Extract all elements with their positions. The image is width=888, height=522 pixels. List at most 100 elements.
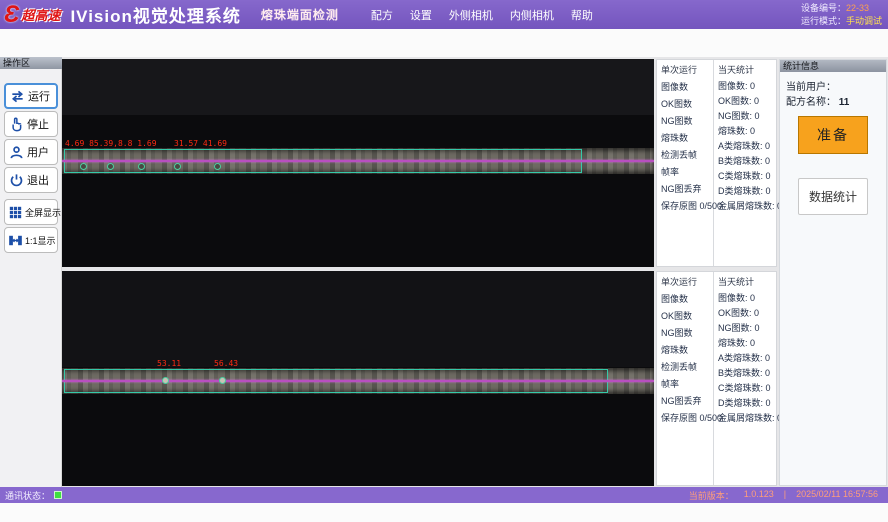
measurement-annotation: 31.57 41.69 — [174, 139, 227, 148]
stat-row: 熔珠数 — [661, 130, 713, 147]
stop-button[interactable]: 停止 — [4, 111, 58, 137]
stat-row: OK图数 — [661, 96, 713, 113]
stat-row: OK图数 — [661, 308, 713, 325]
app-title: IVision视觉处理系统 — [70, 2, 240, 27]
recipe-row: 配方名称： 11 — [786, 93, 849, 108]
stat-row: 图像数 — [661, 79, 713, 96]
laser-line-overlay — [62, 380, 654, 382]
camera-background-shade — [62, 59, 654, 115]
single-run-header: 单次运行 — [661, 275, 713, 288]
camera-view-inner: 53.11 56.43 — [62, 271, 654, 486]
recipe-label: 配方名称： — [786, 97, 836, 108]
bead-marker — [107, 163, 114, 170]
info-panel-header: 统计信息 — [780, 60, 886, 72]
device-id-label: 设备编号： — [801, 3, 846, 13]
today-stats-header: 当天统计 — [718, 63, 776, 76]
today-stats-header: 当天统计 — [718, 275, 776, 288]
menu-item-settings[interactable]: 设置 — [410, 7, 432, 23]
single-run-column: 单次运行 图像数 OK图数 NG图数 熔珠数 检测丢帧 帧率 NG图丢弃 保存原… — [657, 60, 714, 266]
bead-marker — [80, 163, 87, 170]
menu-item-help[interactable]: 帮助 — [571, 7, 593, 23]
operation-sidebar: 操作区 运行 停止 用户 退出 全屏显示 1:1显示 — [0, 57, 62, 487]
comm-status-label: 通讯状态： — [5, 489, 50, 502]
comm-status-indicator — [54, 491, 62, 499]
run-mode-value: 手动调试 — [846, 16, 882, 26]
version-value: 1.0.123 — [744, 489, 774, 502]
today-stats-column: 当天统计 图像数: 0 OK图数: 0 NG图数: 0 熔珠数: 0 A类熔珠数… — [714, 272, 776, 485]
fullscreen-button[interactable]: 全屏显示 — [4, 199, 58, 225]
stat-row: OK图数: 0 — [718, 94, 776, 109]
stat-row: 图像数: 0 — [718, 291, 776, 306]
single-run-header: 单次运行 — [661, 63, 713, 76]
version-label: 当前版本： — [689, 489, 734, 502]
stat-row: NG图丢弃 — [661, 393, 713, 410]
user-button-label: 用户 — [27, 144, 49, 160]
menu-item-inner-camera[interactable]: 内侧相机 — [510, 7, 554, 23]
one-to-one-button-label: 1:1显示 — [25, 234, 56, 247]
bead-marker — [214, 163, 221, 170]
measurement-annotation: 53.11 — [157, 359, 181, 368]
bead-marker — [174, 163, 181, 170]
stat-row: 金属屑熔珠数: 0 — [718, 199, 776, 214]
run-button[interactable]: 运行 — [4, 83, 58, 109]
brand-name: 超高速 — [21, 5, 60, 24]
device-id-value: 22-33 — [846, 3, 869, 13]
power-icon — [9, 173, 24, 188]
stat-row: 熔珠数: 0 — [718, 336, 776, 351]
current-user-row: 当前用户： — [786, 78, 836, 93]
stat-row: D类熔珠数: 0 — [718, 396, 776, 411]
camera-background-shade — [62, 271, 654, 367]
stat-row: 保存原图 0/500 — [661, 410, 713, 427]
device-info: 设备编号：22-33 运行模式：手动调试 — [801, 2, 882, 28]
stats-panel-inner: 单次运行 图像数 OK图数 NG图数 熔珠数 检测丢帧 帧率 NG图丢弃 保存原… — [656, 271, 777, 486]
stop-hand-icon — [9, 117, 24, 132]
stat-row: NG图数 — [661, 113, 713, 130]
data-statistics-button[interactable]: 数据统计 — [798, 178, 868, 215]
sidebar-header: 操作区 — [0, 57, 62, 69]
stat-row: NG图丢弃 — [661, 181, 713, 198]
bead-marker — [219, 377, 226, 384]
menu-item-recipe[interactable]: 配方 — [371, 7, 393, 23]
stat-row: 检测丢帧 — [661, 359, 713, 376]
stat-row: A类熔珠数: 0 — [718, 351, 776, 366]
laser-line-overlay — [62, 160, 654, 162]
measurement-annotation: 56.43 — [214, 359, 238, 368]
stat-row: NG图数: 0 — [718, 321, 776, 336]
stop-button-label: 停止 — [27, 116, 49, 132]
main-menu: 配方 设置 外侧相机 内侧相机 帮助 — [371, 7, 593, 23]
fullscreen-button-label: 全屏显示 — [25, 206, 61, 219]
stat-row: 帧率 — [661, 376, 713, 393]
stat-row: 熔珠数: 0 — [718, 124, 776, 139]
stat-row: 帧率 — [661, 164, 713, 181]
brand-logo-icon: Ɛ — [4, 2, 19, 28]
bead-marker — [138, 163, 145, 170]
stat-row: 熔珠数 — [661, 342, 713, 359]
camera-view-outer: 4.69 85.39,8.8 1.69 31.57 41.69 — [62, 59, 654, 267]
exit-button-label: 退出 — [27, 172, 49, 188]
run-button-label: 运行 — [28, 88, 50, 104]
datetime-value: 2025/02/11 16:57:56 — [796, 489, 878, 502]
stat-row: OK图数: 0 — [718, 306, 776, 321]
exit-button[interactable]: 退出 — [4, 167, 58, 193]
single-run-column: 单次运行 图像数 OK图数 NG图数 熔珠数 检测丢帧 帧率 NG图丢弃 保存原… — [657, 272, 714, 485]
stat-row: 图像数 — [661, 291, 713, 308]
separator: | — [784, 489, 786, 502]
stat-row: C类熔珠数: 0 — [718, 169, 776, 184]
user-icon — [9, 145, 24, 160]
one-to-one-button[interactable]: 1:1显示 — [4, 227, 58, 253]
stat-row: A类熔珠数: 0 — [718, 139, 776, 154]
prepare-button[interactable]: 准备 — [798, 116, 868, 154]
one-to-one-icon — [9, 234, 22, 247]
user-button[interactable]: 用户 — [4, 139, 58, 165]
status-bar: 通讯状态： 当前版本： 1.0.123 | 2025/02/11 16:57:5… — [0, 487, 888, 503]
stat-row: B类熔珠数: 0 — [718, 366, 776, 381]
run-icon — [10, 89, 25, 104]
stats-panel-outer: 单次运行 图像数 OK图数 NG图数 熔珠数 检测丢帧 帧率 NG图丢弃 保存原… — [656, 59, 777, 267]
stat-row: 金属屑熔珠数: 0 — [718, 411, 776, 426]
fullscreen-grid-icon — [9, 206, 22, 219]
run-mode-label: 运行模式： — [801, 16, 846, 26]
stat-row: C类熔珠数: 0 — [718, 381, 776, 396]
stat-row: 图像数: 0 — [718, 79, 776, 94]
menu-item-outer-camera[interactable]: 外侧相机 — [449, 7, 493, 23]
app-subtitle: 熔珠端面检测 — [261, 6, 339, 23]
